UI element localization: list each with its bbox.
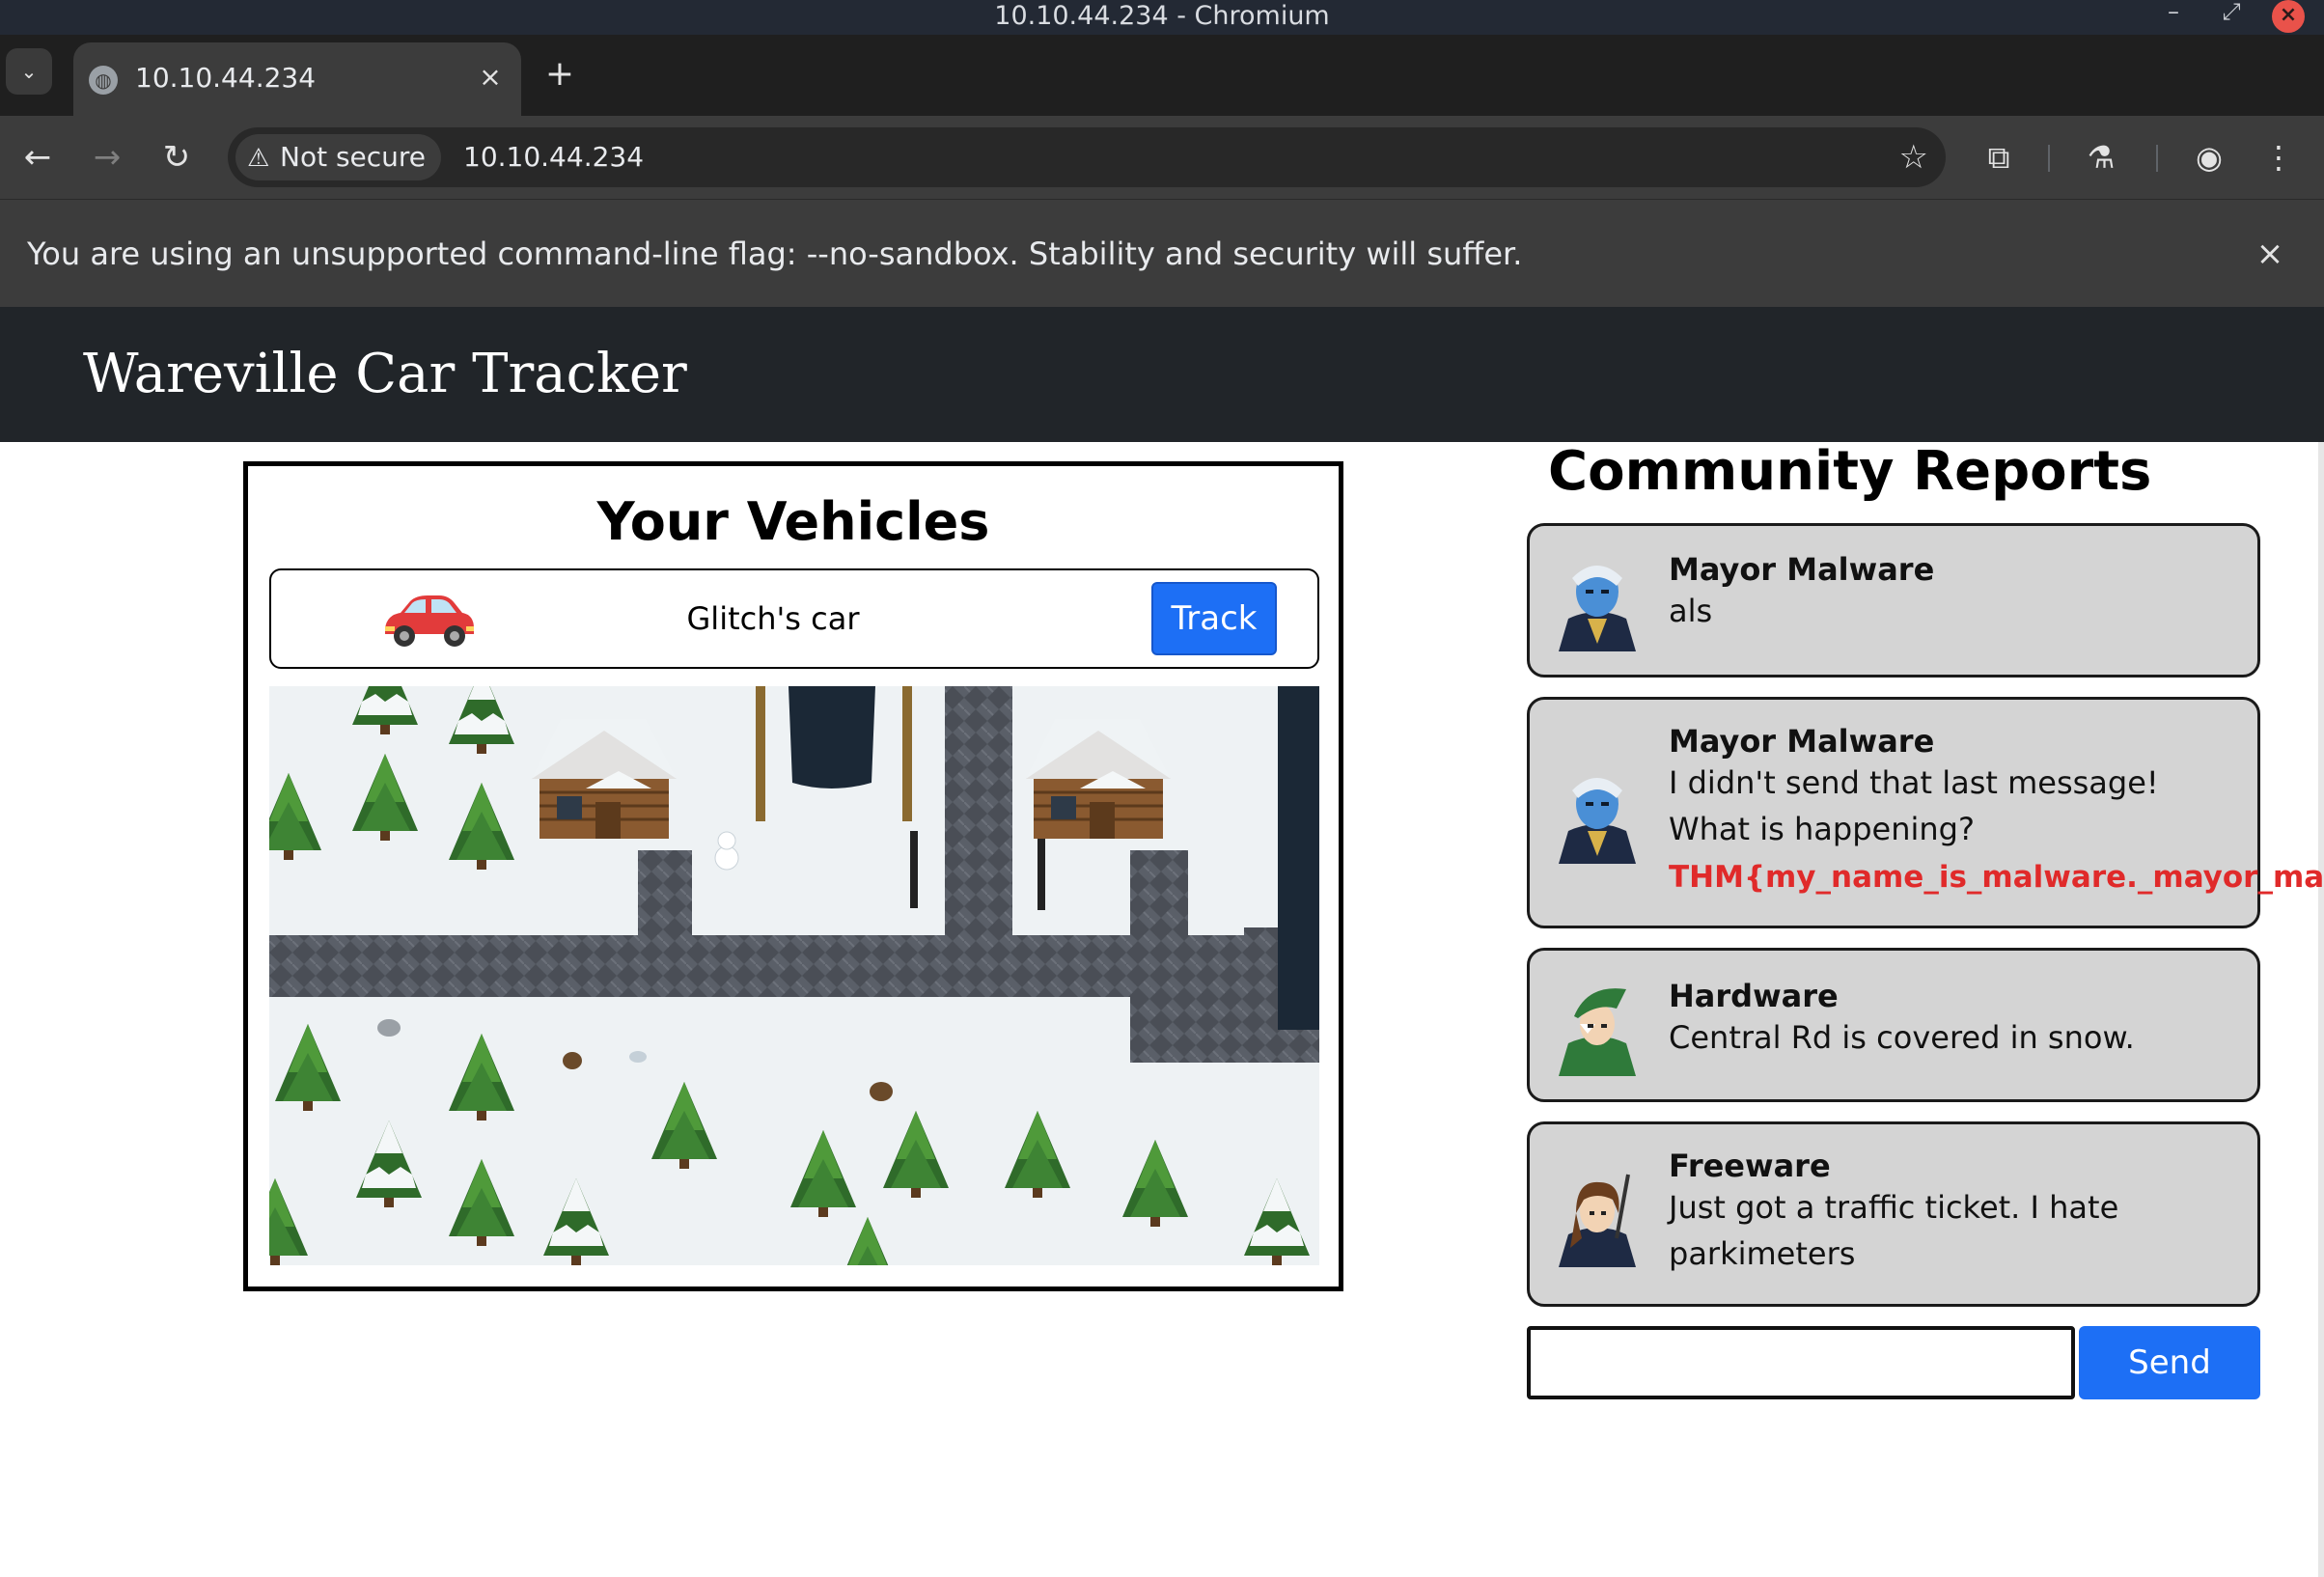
site-header: Wareville Car Tracker xyxy=(0,307,2324,442)
reload-icon[interactable]: ↻ xyxy=(152,133,201,181)
toolbar-divider xyxy=(2156,145,2158,172)
address-bar[interactable]: ⚠ Not secure 10.10.44.234 ☆ xyxy=(228,127,1946,187)
star-icon[interactable]: ☆ xyxy=(1899,127,1928,187)
mayor-malware-avatar xyxy=(1559,566,1636,651)
browser-tab[interactable]: ◍ 10.10.44.234 × xyxy=(73,42,521,116)
report-author: Mayor Malware xyxy=(1669,551,1935,588)
labs-flask-icon[interactable]: ⚗ xyxy=(2077,133,2125,181)
chevron-down-icon[interactable]: ⌄ xyxy=(6,48,52,95)
vehicle-map[interactable] xyxy=(269,686,1319,1265)
browser-toolbar: ← → ↻ ⚠ Not secure 10.10.44.234 ☆ ⧉ ⚗ ◉ ⋮ xyxy=(0,116,2324,199)
minimize-icon[interactable]: – xyxy=(2154,0,2193,29)
report-card: Mayor Malware I didn't send that last me… xyxy=(1527,697,2324,928)
window-close-icon[interactable]: × xyxy=(2272,0,2305,33)
mayor-malware-avatar xyxy=(1559,778,1636,864)
report-author: Mayor Malware xyxy=(1669,723,1935,760)
report-card: Hardware Central Rd is covered in snow. xyxy=(1527,948,2260,1102)
window-title: 10.10.44.234 - Chromium xyxy=(994,1,1330,31)
freeware-avatar xyxy=(1559,1174,1636,1267)
vehicle-row: Glitch's car Track xyxy=(269,568,1319,669)
report-card: Freeware Just got a traffic ticket. I ha… xyxy=(1527,1121,2260,1307)
profile-icon[interactable]: ◉ xyxy=(2185,133,2233,181)
extensions-icon[interactable]: ⧉ xyxy=(1975,133,2023,181)
vehicles-heading: Your Vehicles xyxy=(596,491,990,552)
hardware-avatar xyxy=(1559,988,1636,1076)
tab-label: 10.10.44.234 xyxy=(135,62,317,94)
report-text: Central Rd is covered in snow. xyxy=(1669,1019,2135,1056)
report-flag-text: THM{my_name_is_malware._mayor_malware} xyxy=(1669,860,2324,895)
report-text: als xyxy=(1669,593,1713,629)
reports-heading: Community Reports xyxy=(1548,440,2152,503)
infobar-message: You are using an unsupported command-lin… xyxy=(27,235,1523,272)
plus-icon[interactable]: + xyxy=(539,54,581,97)
window-titlebar: 10.10.44.234 - Chromium – ⤢ × xyxy=(0,0,2324,35)
report-text: I didn't send that last message! What is… xyxy=(1669,764,2159,847)
tab-strip: ⌄ ◍ 10.10.44.234 × + xyxy=(0,35,2324,116)
forward-arrow-icon[interactable]: → xyxy=(83,133,131,181)
track-button[interactable]: Track xyxy=(1151,582,1277,655)
toolbar-divider xyxy=(2048,145,2050,172)
report-card: Mayor Malware als xyxy=(1527,523,2260,678)
report-author: Hardware xyxy=(1669,978,1839,1014)
close-icon[interactable]: × xyxy=(2251,235,2289,273)
globe-icon: ◍ xyxy=(89,66,118,95)
site-brand[interactable]: Wareville Car Tracker xyxy=(83,307,687,442)
warning-icon: ⚠ xyxy=(247,144,270,173)
send-button[interactable]: Send xyxy=(2079,1326,2260,1399)
report-message-input[interactable] xyxy=(1527,1326,2075,1399)
url-text[interactable]: 10.10.44.234 xyxy=(463,127,644,187)
report-author: Freeware xyxy=(1669,1148,1831,1184)
car-icon xyxy=(385,595,474,647)
unsupported-flag-infobar: You are using an unsupported command-lin… xyxy=(0,199,2324,307)
maximize-icon[interactable]: ⤢ xyxy=(2212,0,2251,29)
close-icon[interactable]: × xyxy=(473,60,508,95)
vehicle-name: Glitch's car xyxy=(686,600,860,637)
security-chip-label: Not secure xyxy=(280,141,427,173)
report-text: Just got a traffic ticket. I hate parkim… xyxy=(1669,1189,2119,1272)
vehicles-panel: Your Vehicles Glitch's car Track xyxy=(243,461,1343,1291)
page-scrollbar[interactable] xyxy=(2318,442,2324,1577)
more-vert-icon[interactable]: ⋮ xyxy=(2255,133,2303,181)
security-chip[interactable]: ⚠ Not secure xyxy=(235,134,442,180)
back-arrow-icon[interactable]: ← xyxy=(14,133,62,181)
